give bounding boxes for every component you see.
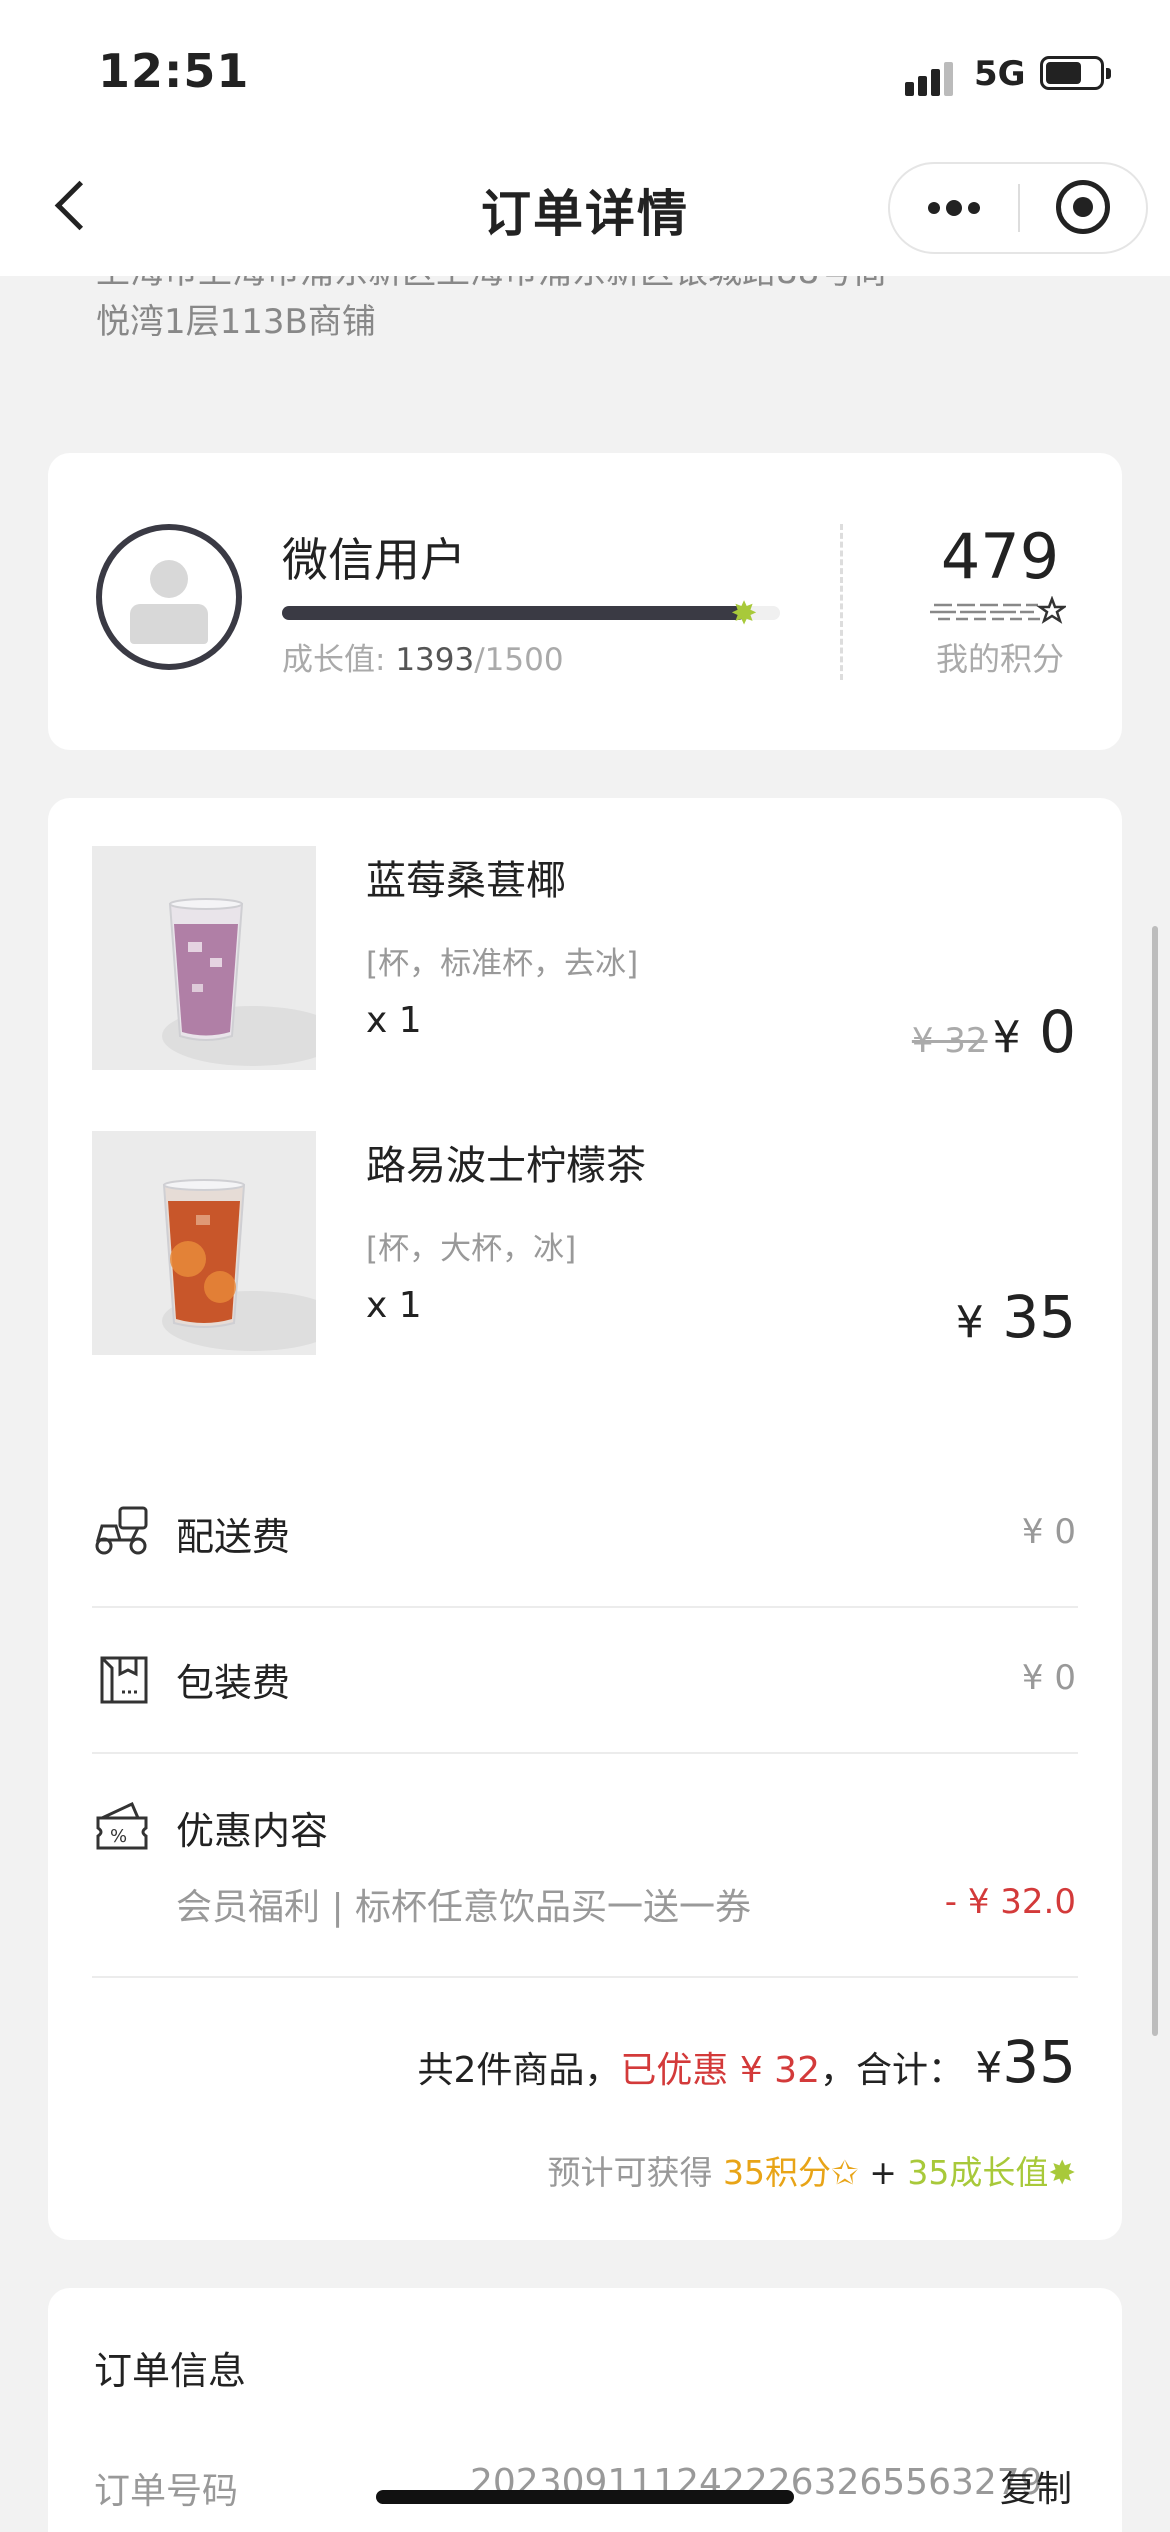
battery-icon	[1040, 56, 1111, 90]
sparkle-icon: ✸	[730, 594, 758, 632]
growth-current: 1393	[395, 642, 475, 678]
items-count: 共2件商品，	[417, 2050, 621, 2091]
user-name: 微信用户	[282, 533, 466, 587]
original-price: ¥ 32	[911, 1021, 988, 1061]
earn-points: 35积分	[723, 2153, 832, 2192]
product-spec: [杯，标准杯，去冰]	[366, 946, 639, 982]
scrollbar[interactable]	[1152, 926, 1158, 2036]
status-time: 12:51	[98, 44, 250, 98]
scooter-icon	[92, 1500, 152, 1560]
divider	[92, 1976, 1078, 1978]
product-price-group: ¥ 32 ¥ 0	[912, 998, 1076, 1066]
home-indicator	[376, 2490, 794, 2504]
product-name: 路易波士柠檬茶	[366, 1143, 646, 1189]
svg-text:%: %	[110, 1826, 127, 1847]
discount-value: - ¥ 32.0	[944, 1882, 1076, 1922]
network-type: 5G	[974, 54, 1026, 94]
product-qty: x 1	[366, 1285, 422, 1326]
product-price: 0	[1039, 998, 1076, 1066]
order-summary: 共2件商品，已优惠 ¥ 32，合计： ¥35	[417, 2028, 1076, 2096]
store-address-line2: 悦湾1层113B商铺	[96, 302, 376, 342]
copy-button[interactable]: 复制	[1000, 2460, 1072, 2512]
star-icon: ✩	[831, 2153, 859, 2192]
discount-label: 优惠内容	[176, 1809, 329, 1853]
order-number-label: 订单号码	[94, 2471, 239, 2512]
earn-prefix: 预计可获得	[547, 2153, 724, 2192]
close-target-icon[interactable]	[1056, 180, 1110, 234]
package-bag-icon	[94, 1648, 154, 1708]
sparkle-icon: ✸	[1048, 2153, 1076, 2192]
product-qty: x 1	[366, 1000, 422, 1041]
more-dots-icon[interactable]	[928, 200, 984, 216]
growth-total: /1500	[474, 642, 564, 678]
growth-value: 成长值: 1393/1500	[282, 634, 564, 679]
discount-total: 已优惠 ¥ 32	[620, 2050, 820, 2091]
total-label: ，合计：	[819, 2050, 964, 2091]
capsule-divider	[1018, 184, 1020, 232]
earn-rewards: 预计可获得 35积分✩ + 35成长值✸	[548, 2146, 1076, 2194]
discount-description: 会员福利 | 标杯任意饮品买一送一券	[176, 1887, 752, 1928]
currency-symbol: ¥	[992, 1012, 1021, 1063]
growth-label: 成长值:	[282, 642, 396, 678]
coupon-percent-icon: %	[92, 1796, 152, 1856]
earn-plus: +	[858, 2153, 908, 2192]
currency-symbol: ¥	[975, 2043, 1003, 2092]
product-price: 35	[1002, 1283, 1076, 1351]
order-total: 35	[1002, 2028, 1076, 2096]
product-name: 蓝莓桑葚椰	[366, 858, 566, 904]
packaging-fee-value: ¥ 0	[1021, 1658, 1076, 1698]
divider	[92, 1606, 1078, 1608]
product-price-group: ¥ 35	[956, 1283, 1076, 1351]
delivery-fee-label: 配送费	[176, 1515, 291, 1559]
signal-icon	[905, 60, 957, 96]
points-value[interactable]: 479	[880, 520, 1120, 593]
points-star-icon	[930, 595, 1068, 626]
growth-progress-bar: ✸	[282, 594, 780, 632]
packaging-fee-label: 包装费	[176, 1661, 291, 1705]
order-info-title: 订单信息	[94, 2349, 247, 2393]
points-label: 我的积分	[935, 640, 1064, 678]
member-divider	[840, 524, 843, 680]
avatar[interactable]	[96, 524, 242, 670]
product-spec: [杯，大杯，冰]	[366, 1231, 577, 1267]
divider	[92, 1752, 1078, 1754]
currency-symbol: ¥	[955, 1297, 984, 1348]
earn-growth: 35成长值	[907, 2153, 1049, 2192]
product-image[interactable]	[92, 846, 316, 1070]
delivery-fee-value: ¥ 0	[1021, 1512, 1076, 1552]
product-image[interactable]	[92, 1131, 316, 1355]
